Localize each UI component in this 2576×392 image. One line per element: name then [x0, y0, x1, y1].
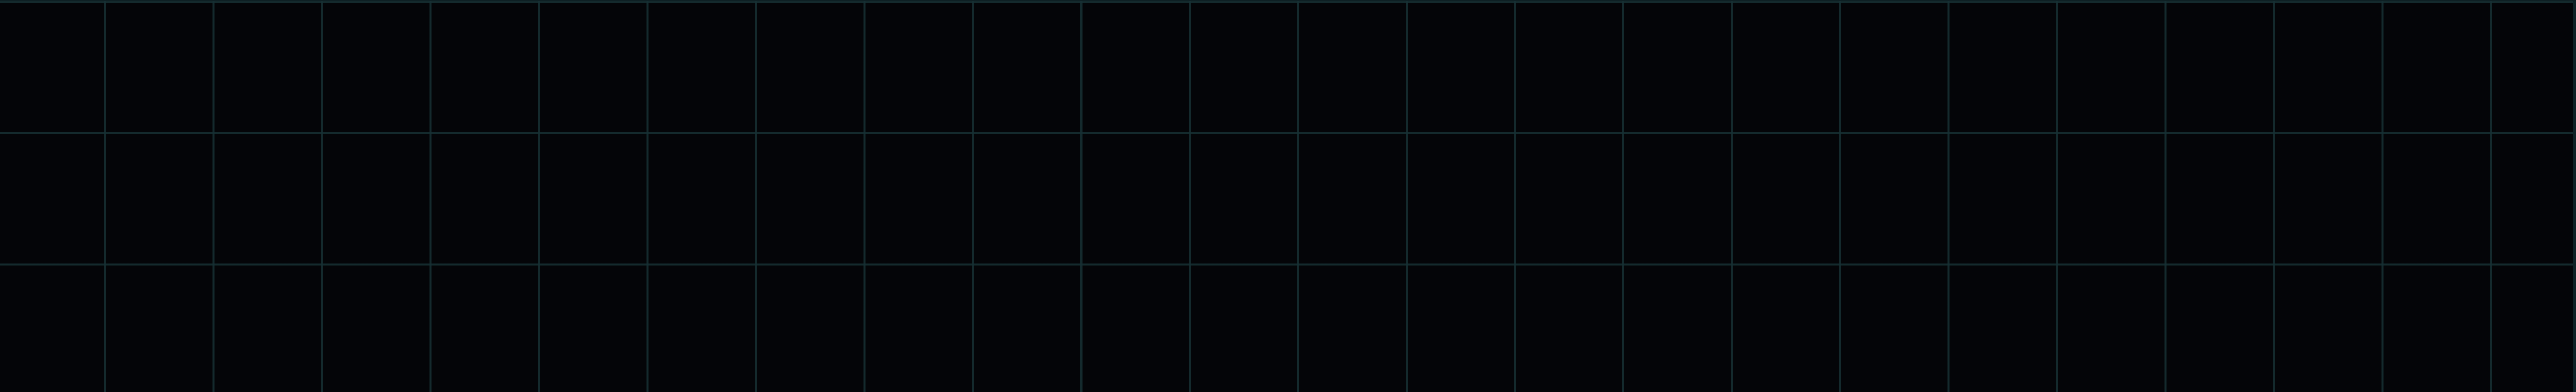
canvas-right-edge: [2573, 1, 2576, 392]
grid-canvas: [0, 0, 2576, 392]
grid-lines: [0, 1, 2576, 392]
